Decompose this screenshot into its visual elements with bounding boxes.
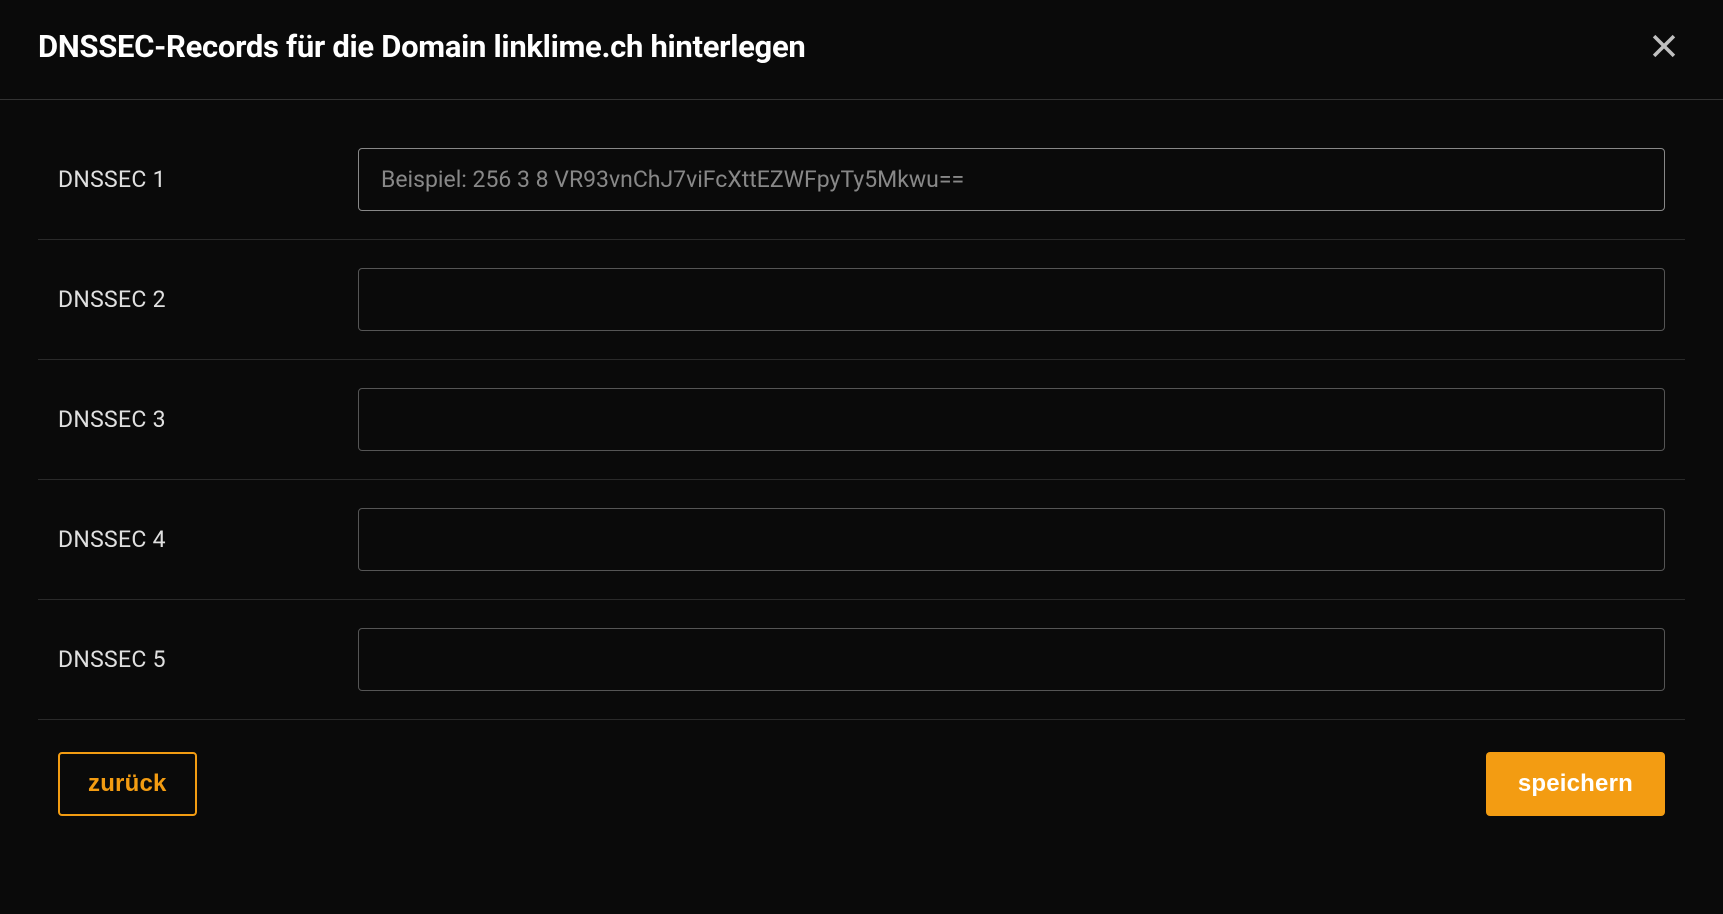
form-row-dnssec-5: DNSSEC 5 — [38, 600, 1685, 720]
form-row-dnssec-1: DNSSEC 1 — [38, 120, 1685, 240]
dnssec-4-label: DNSSEC 4 — [58, 526, 318, 553]
back-button[interactable]: zurück — [58, 752, 197, 816]
form-row-dnssec-3: DNSSEC 3 — [38, 360, 1685, 480]
dnssec-5-input[interactable] — [358, 628, 1665, 691]
form-row-dnssec-2: DNSSEC 2 — [38, 240, 1685, 360]
modal-title: DNSSEC-Records für die Domain linklime.c… — [38, 28, 805, 65]
form-body: DNSSEC 1 DNSSEC 2 DNSSEC 3 DNSSEC 4 DNSS… — [0, 100, 1723, 720]
modal-header: DNSSEC-Records für die Domain linklime.c… — [0, 0, 1723, 100]
dnssec-4-input[interactable] — [358, 508, 1665, 571]
close-icon — [1647, 29, 1681, 63]
dnssec-3-label: DNSSEC 3 — [58, 406, 318, 433]
dnssec-5-label: DNSSEC 5 — [58, 646, 318, 673]
dnssec-modal: DNSSEC-Records für die Domain linklime.c… — [0, 0, 1723, 856]
save-button[interactable]: speichern — [1486, 752, 1665, 816]
close-button[interactable] — [1643, 25, 1685, 67]
dnssec-2-label: DNSSEC 2 — [58, 286, 318, 313]
dnssec-2-input[interactable] — [358, 268, 1665, 331]
dnssec-1-input[interactable] — [358, 148, 1665, 211]
dnssec-1-label: DNSSEC 1 — [58, 166, 318, 193]
dnssec-3-input[interactable] — [358, 388, 1665, 451]
form-row-dnssec-4: DNSSEC 4 — [38, 480, 1685, 600]
modal-footer: zurück speichern — [0, 720, 1723, 856]
